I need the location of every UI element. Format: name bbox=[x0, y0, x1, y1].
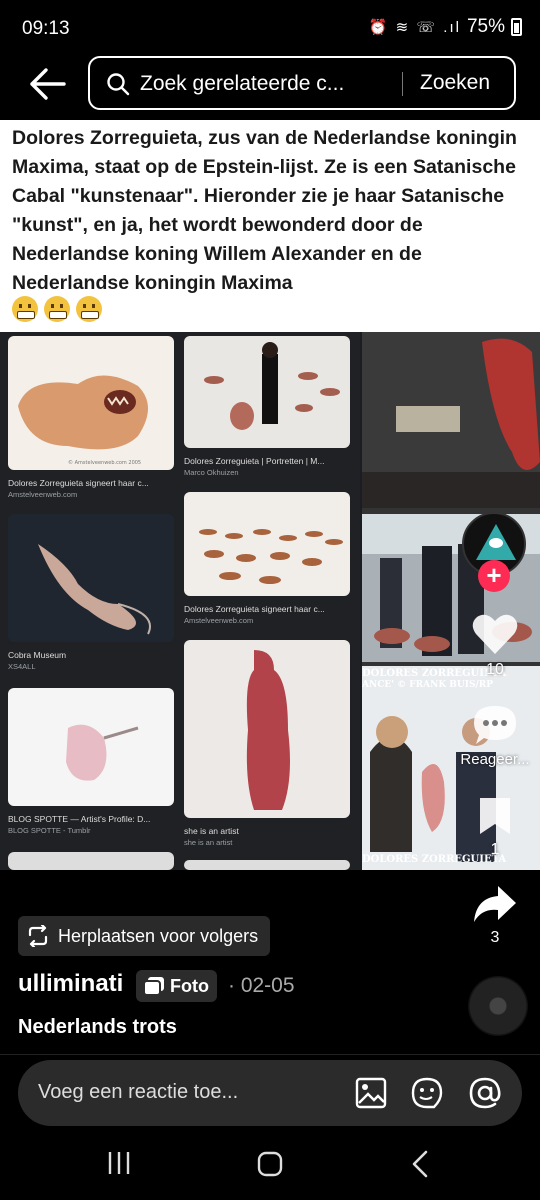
sculpture-figure: © Amstelveenweb.com 2005 bbox=[18, 375, 148, 466]
grimacing-emoji-icon bbox=[44, 296, 70, 322]
result-caption: Dolores Zorreguieta signeert haar c... bbox=[8, 478, 149, 488]
result-caption: Dolores Zorreguieta signeert haar c... bbox=[184, 604, 325, 614]
photo-badge-label: Foto bbox=[170, 975, 209, 996]
result-source: BLOG SPOTTE - Tumblr bbox=[8, 826, 91, 835]
save-count: 1 bbox=[490, 841, 500, 858]
result-caption: Cobra Museum bbox=[8, 650, 67, 660]
status-bar: 09:13 ⏰ ≋ ☏ .ıl 75% bbox=[0, 0, 540, 56]
photo-icon bbox=[144, 977, 164, 995]
comment-label: Reageer... bbox=[460, 751, 530, 768]
photo-badge: Foto bbox=[136, 970, 217, 1002]
share-button[interactable]: 3 bbox=[460, 884, 530, 947]
sculpture-figure bbox=[246, 650, 290, 810]
status-time: 09:13 bbox=[22, 18, 70, 39]
result-thumbnail bbox=[8, 688, 174, 806]
post-date: · 02-05 bbox=[228, 974, 295, 997]
result-source: she is an artist bbox=[184, 838, 233, 847]
search-input[interactable]: Zoek gerelateerde c... bbox=[140, 72, 380, 96]
search-box[interactable]: Zoek gerelateerde c... Zoeken bbox=[88, 56, 516, 110]
music-disc-icon[interactable] bbox=[468, 976, 528, 1036]
repost-icon bbox=[28, 925, 48, 947]
post-title: Nederlands trots bbox=[18, 1016, 177, 1038]
system-nav-bar bbox=[0, 1126, 540, 1200]
result-thumbnail bbox=[184, 336, 350, 448]
heart-icon bbox=[472, 614, 518, 654]
svg-text:© Amstelveenweb.com 2005: © Amstelveenweb.com 2005 bbox=[68, 459, 141, 466]
post-caption: Dolores Zorreguieta, zus van de Nederlan… bbox=[12, 127, 517, 294]
author-name[interactable]: ulliminati bbox=[18, 970, 123, 998]
battery-icon bbox=[511, 18, 522, 36]
save-button[interactable]: 1 bbox=[460, 796, 530, 859]
grimacing-emoji-icon bbox=[12, 296, 38, 322]
emoji-sticker-icon[interactable] bbox=[410, 1076, 444, 1110]
follow-button[interactable]: + bbox=[478, 560, 510, 592]
comment-button[interactable]: Reageer... bbox=[460, 704, 530, 768]
top-bar: Zoek gerelateerde c... Zoeken bbox=[0, 56, 540, 120]
result-source: Amstelveenweb.com bbox=[184, 616, 254, 625]
result-caption: Dolores Zorreguieta | Portretten | M... bbox=[184, 456, 325, 466]
result-source: Amstelveenweb.com bbox=[8, 490, 78, 499]
result-source: Marco Okhuizen bbox=[184, 468, 239, 477]
search-button[interactable]: Zoeken bbox=[420, 71, 490, 95]
search-results-screenshot: © Amstelveenweb.com 2005 Dolores Zorregu… bbox=[0, 332, 360, 870]
comment-bubble-icon bbox=[474, 706, 516, 744]
comment-input[interactable]: Voeg een reactie toe... bbox=[38, 1081, 238, 1104]
result-caption: she is an artist bbox=[184, 826, 239, 836]
status-icons: ⏰ ≋ ☏ .ıl bbox=[368, 19, 461, 36]
like-count: 10 bbox=[486, 661, 504, 678]
share-count: 3 bbox=[490, 929, 500, 946]
result-thumbnail bbox=[8, 514, 174, 642]
like-button[interactable]: 10 bbox=[460, 612, 530, 679]
sculpture-figure bbox=[66, 724, 139, 781]
bookmark-icon bbox=[480, 798, 510, 834]
exhibition-photos bbox=[362, 332, 540, 870]
avatar-eye bbox=[489, 538, 503, 548]
result-thumbnail bbox=[184, 640, 350, 818]
search-divider bbox=[402, 72, 403, 96]
sculpture-figure bbox=[38, 544, 151, 635]
result-thumbnail bbox=[184, 860, 350, 870]
photo-credit: ANCE' © FRANK BUIS/RP bbox=[362, 680, 493, 690]
emoji-row bbox=[12, 296, 102, 322]
image-collage: © Amstelveenweb.com 2005 Dolores Zorregu… bbox=[0, 332, 540, 870]
photo-column: DOLORES ZORREGUIETA ANCE' © FRANK BUIS/R… bbox=[362, 332, 540, 870]
result-thumbnail bbox=[8, 852, 174, 870]
gallery-photo bbox=[199, 529, 343, 584]
result-source: XS4ALL bbox=[8, 662, 36, 671]
search-icon bbox=[107, 73, 130, 96]
repost-label: Herplaatsen voor volgers bbox=[58, 925, 259, 946]
repost-button[interactable]: Herplaatsen voor volgers bbox=[18, 916, 271, 956]
divider bbox=[0, 1054, 540, 1055]
home-icon[interactable] bbox=[256, 1150, 284, 1178]
share-arrow-icon bbox=[474, 886, 516, 922]
gallery-photo bbox=[204, 342, 340, 430]
back-arrow-icon[interactable] bbox=[28, 66, 68, 102]
status-right: ⏰ ≋ ☏ .ıl 75% bbox=[369, 16, 522, 38]
grimacing-emoji-icon bbox=[76, 296, 102, 322]
mention-icon[interactable] bbox=[468, 1076, 502, 1110]
result-thumbnail bbox=[184, 492, 350, 596]
system-back-icon[interactable] bbox=[410, 1150, 430, 1178]
result-thumbnail: © Amstelveenweb.com 2005 bbox=[8, 336, 174, 470]
recent-apps-icon[interactable] bbox=[106, 1150, 132, 1176]
battery-percent: 75% bbox=[466, 16, 505, 37]
comment-bar[interactable]: Voeg een reactie toe... bbox=[18, 1060, 522, 1126]
result-caption: BLOG SPOTTE — Artist's Profile: D... bbox=[8, 814, 151, 824]
image-icon[interactable] bbox=[354, 1076, 388, 1110]
post-image[interactable]: Dolores Zorreguieta, zus van de Nederlan… bbox=[0, 120, 540, 870]
